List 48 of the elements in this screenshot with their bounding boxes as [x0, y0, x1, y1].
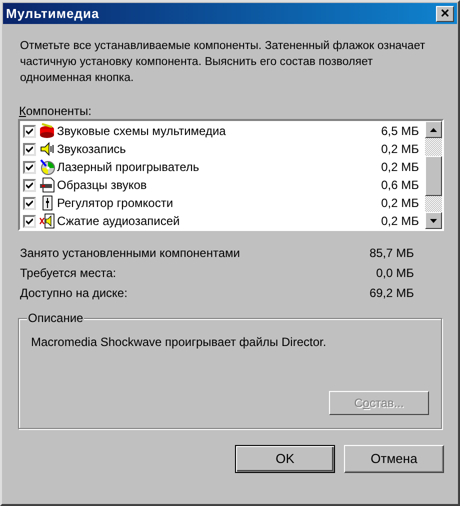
check-icon [26, 128, 33, 134]
check-icon [26, 200, 33, 206]
check-icon [26, 164, 33, 170]
check-icon [26, 218, 33, 224]
checkbox[interactable] [23, 160, 36, 174]
component-size: 6,5 МБ [381, 123, 419, 140]
components-label: Компоненты: [18, 104, 92, 118]
stat-value: 0,0 МБ [376, 265, 414, 281]
component-size: 0,2 МБ [381, 213, 419, 230]
checkbox[interactable] [23, 142, 36, 156]
instruction-text: Отметьте все устанавливаемые компоненты. Затененный флажок означает частичную установку компонента. Выяснить его состав позволяет одноименная кнопка. [19, 39, 426, 86]
component-icon [39, 141, 55, 157]
component-size: 0,2 МБ [381, 141, 419, 158]
stat-value: 85,7 МБ [369, 245, 414, 261]
description-text: Macromedia Shockwave проигрывает файлы Director. [31, 335, 326, 349]
stat-label: Занято установленными компонентами [20, 245, 240, 261]
checkbox[interactable] [23, 178, 36, 192]
down-arrow-icon [430, 218, 437, 222]
scroll-down-button[interactable] [425, 212, 442, 229]
component-size: 0,6 МБ [381, 177, 419, 194]
scroll-up-button[interactable] [425, 121, 442, 138]
checkbox[interactable] [23, 124, 36, 138]
dialog-button[interactable]: OK [235, 445, 335, 473]
scrollbar[interactable] [425, 121, 442, 229]
component-name[interactable]: Звуковые схемы мультимедиа [57, 122, 382, 140]
up-arrow-icon [430, 128, 437, 132]
check-icon [26, 146, 33, 152]
component-name[interactable]: Лазерный проигрыватель [57, 158, 382, 176]
stat-label: Требуется места: [20, 265, 116, 281]
component-icon [39, 159, 55, 175]
component-name[interactable]: Регулятор громкости [57, 194, 382, 212]
component-icon [39, 177, 55, 193]
stat-label: Доступно на диске: [20, 285, 128, 301]
component-name[interactable]: Звукозапись [57, 140, 382, 158]
stat-value: 69,2 МБ [369, 285, 414, 301]
component-size: 0,2 МБ [381, 159, 419, 176]
scroll-thumb[interactable] [425, 156, 442, 196]
checkbox[interactable] [23, 214, 36, 228]
close-button[interactable]: × [436, 6, 454, 22]
dialog-button[interactable]: Отмена [344, 445, 444, 473]
component-name[interactable]: Сжатие аудиозаписей [57, 212, 382, 230]
check-icon [26, 182, 33, 188]
window-title: Мультимедиа [6, 4, 100, 23]
component-name[interactable]: Образцы звуков [57, 176, 382, 194]
checkbox[interactable] [23, 196, 36, 210]
group-title: Описание [27, 311, 84, 325]
component-size: 0,2 МБ [381, 195, 419, 212]
component-icon [39, 123, 55, 139]
